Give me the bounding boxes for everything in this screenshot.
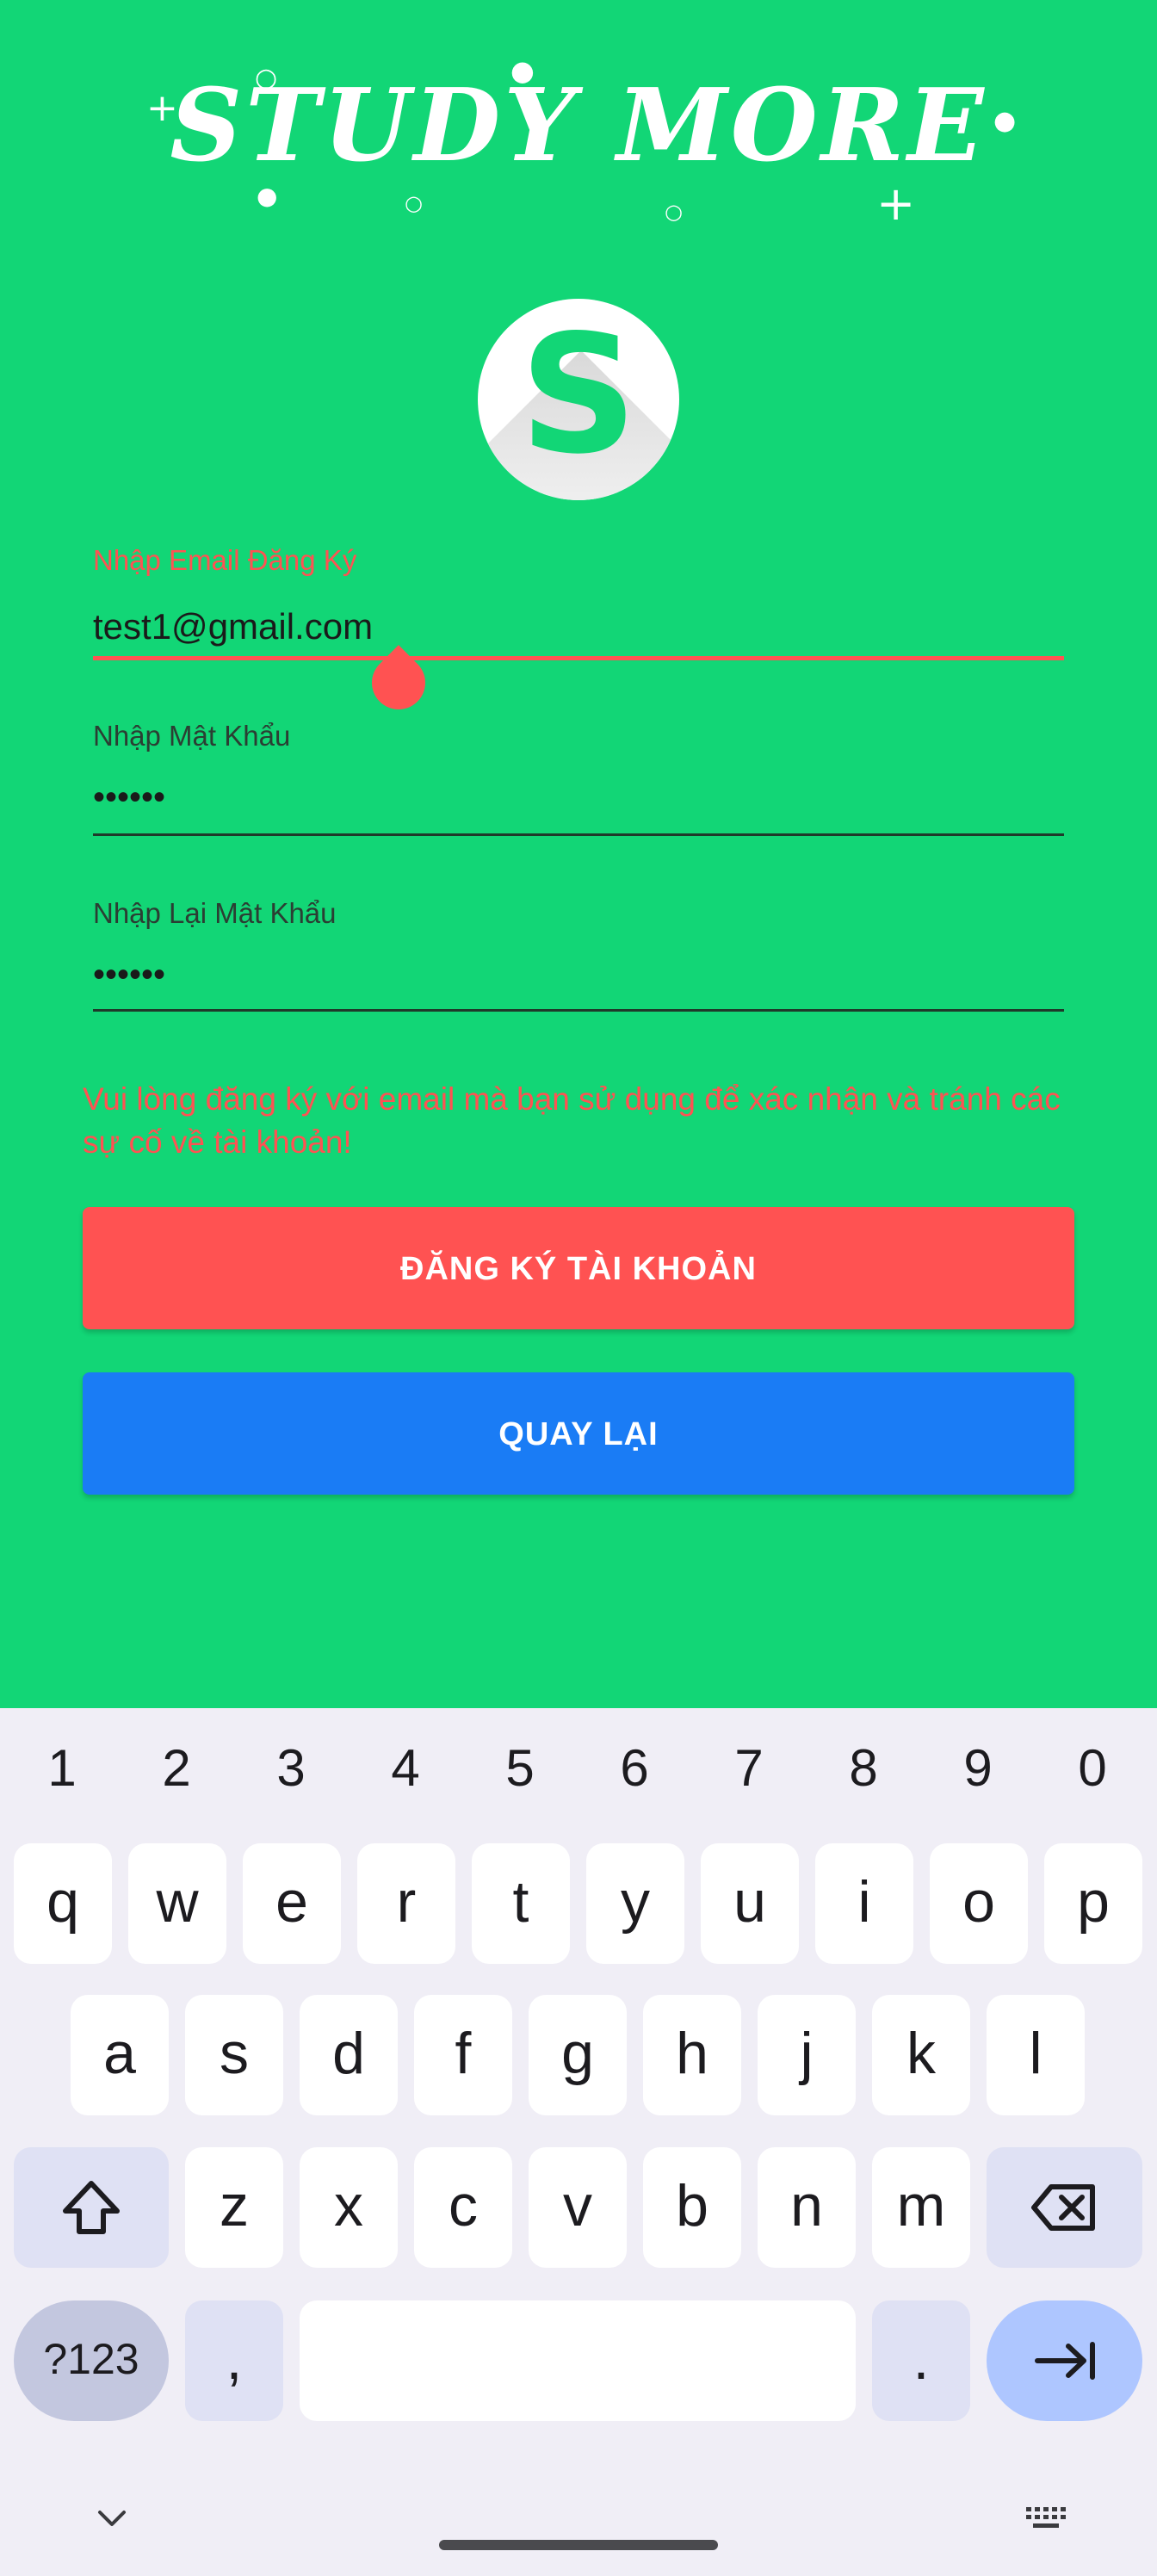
key-b[interactable]: b [643,2147,741,2268]
key-9[interactable]: 9 [920,1708,1036,1829]
app-logo: S [478,299,679,500]
sparkle-dot-icon: ● [257,182,278,210]
key-l[interactable]: l [987,1995,1085,2115]
logo-letter: S [519,300,638,490]
key-f[interactable]: f [414,1995,512,2115]
key-j[interactable]: j [758,1995,856,2115]
backspace-icon [1030,2184,1095,2231]
key-u[interactable]: u [701,1843,799,1964]
key-g[interactable]: g [529,1995,627,2115]
key-2[interactable]: 2 [119,1708,234,1829]
confirm-password-input[interactable]: •••••• [93,956,165,994]
key-4[interactable]: 4 [348,1708,463,1829]
register-button[interactable]: ĐĂNG KÝ TÀI KHOẢN [83,1207,1074,1329]
backspace-key[interactable] [987,2147,1142,2268]
email-field[interactable]: Nhập Email Đăng Ký test1@gmail.com [93,544,1064,665]
app-title-banner: + + ○ ● ● ● ○ ○ STUDY MORE [0,52,1157,231]
key-c[interactable]: c [414,2147,512,2268]
password-field-label: Nhập Mật Khẩu [93,720,291,752]
key-v[interactable]: v [529,2147,627,2268]
key-x[interactable]: x [300,2147,398,2268]
email-warning-text: Vui lòng đăng ký với email mà bạn sử dụn… [83,1081,1061,1160]
key-0[interactable]: 0 [1035,1708,1150,1829]
key-h[interactable]: h [643,1995,741,2115]
key-3[interactable]: 3 [233,1708,349,1829]
key-5[interactable]: 5 [462,1708,578,1829]
password-input[interactable]: •••••• [93,778,165,817]
space-key[interactable] [300,2300,856,2421]
password-underline [93,833,1064,836]
confirm-password-underline [93,1009,1064,1012]
key-k[interactable]: k [872,1995,970,2115]
key-w[interactable]: w [128,1843,226,1964]
back-button[interactable]: QUAY LẠI [83,1372,1074,1495]
key-n[interactable]: n [758,2147,856,2268]
keyboard-icon[interactable] [1024,2504,1067,2533]
key-t[interactable]: t [472,1843,570,1964]
confirm-password-field-label: Nhập Lại Mật Khẩu [93,897,337,929]
keyboard-number-row: 1 2 3 4 5 6 7 8 9 0 [0,1708,1157,1829]
period-key[interactable]: . [872,2300,970,2421]
key-7[interactable]: 7 [691,1708,807,1829]
tab-arrow-icon [1034,2342,1095,2380]
key-6[interactable]: 6 [577,1708,692,1829]
key-d[interactable]: d [300,1995,398,2115]
shift-key[interactable] [14,2147,169,2268]
email-input[interactable]: test1@gmail.com [93,606,373,647]
comma-key[interactable]: , [185,2300,283,2421]
email-underline [93,656,1064,660]
key-p[interactable]: p [1044,1843,1142,1964]
key-r[interactable]: r [357,1843,455,1964]
key-a[interactable]: a [71,1995,169,2115]
enter-key[interactable] [987,2300,1142,2421]
email-field-label: Nhập Email Đăng Ký [93,544,357,576]
register-screen: + + ○ ● ● ● ○ ○ STUDY MORE S Nhập Email … [0,0,1157,1708]
key-8[interactable]: 8 [806,1708,921,1829]
key-s[interactable]: s [185,1995,283,2115]
sparkle-plus-icon: + [876,176,916,231]
symbols-key[interactable]: ?123 [14,2300,169,2421]
key-z[interactable]: z [185,2147,283,2268]
key-e[interactable]: e [243,1843,341,1964]
confirm-password-field[interactable]: Nhập Lại Mật Khẩu •••••• [93,897,1064,1018]
app-title: STUDY MORE [170,67,987,184]
password-field[interactable]: Nhập Mật Khẩu •••••• [93,720,1064,840]
shift-icon [63,2181,120,2234]
soft-keyboard: 1 2 3 4 5 6 7 8 9 0 q w e r t y u i o p … [0,1708,1157,2576]
key-m[interactable]: m [872,2147,970,2268]
sparkle-dot-icon: ○ [405,191,423,215]
key-i[interactable]: i [815,1843,913,1964]
gesture-home-bar[interactable] [439,2540,718,2550]
key-o[interactable]: o [930,1843,1028,1964]
chevron-down-icon[interactable] [95,2505,129,2531]
key-q[interactable]: q [14,1843,112,1964]
key-1[interactable]: 1 [4,1708,120,1829]
sparkle-dot-icon: ○ [665,200,683,224]
key-y[interactable]: y [586,1843,684,1964]
